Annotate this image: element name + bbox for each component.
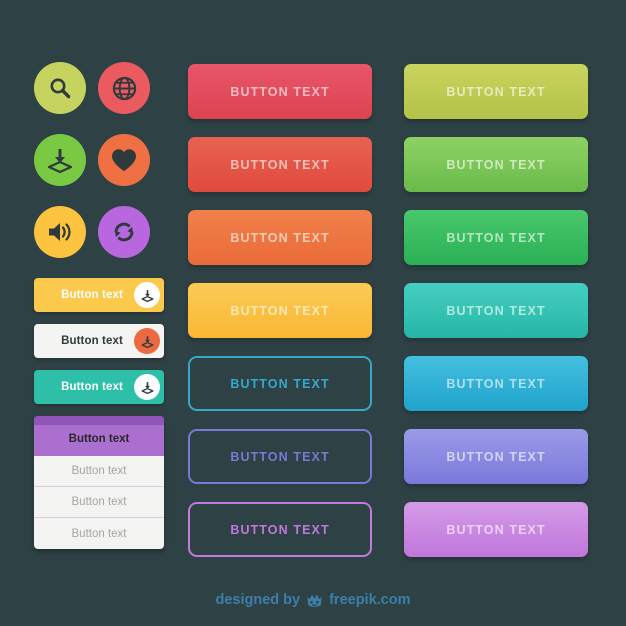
button[interactable]: BUTTON TEXT xyxy=(188,137,372,192)
volume-icon-button[interactable] xyxy=(34,206,86,258)
download-icon-badge[interactable] xyxy=(134,374,160,400)
button[interactable]: BUTTON TEXT xyxy=(188,502,372,557)
button[interactable]: BUTTON TEXT xyxy=(404,502,588,557)
refresh-icon-button[interactable] xyxy=(98,206,150,258)
icon-row-2 xyxy=(34,134,164,186)
button-label: BUTTON TEXT xyxy=(230,522,330,537)
button-label: BUTTON TEXT xyxy=(446,157,546,172)
right-button-column: BUTTON TEXT BUTTON TEXT BUTTON TEXT BUTT… xyxy=(404,64,588,575)
button-label: BUTTON TEXT xyxy=(446,84,546,99)
button-label: BUTTON TEXT xyxy=(230,230,330,245)
button[interactable]: BUTTON TEXT xyxy=(404,283,588,338)
dropdown-header-label: Button text xyxy=(68,432,130,445)
dropdown-item[interactable]: Button text xyxy=(34,456,164,487)
button[interactable]: BUTTON TEXT xyxy=(404,210,588,265)
button-label: BUTTON TEXT xyxy=(230,303,330,318)
footer-prefix: designed by xyxy=(215,592,301,608)
small-button-group: Button text Button text Button text xyxy=(34,278,164,404)
button[interactable]: BUTTON TEXT xyxy=(404,137,588,192)
button[interactable]: BUTTON TEXT xyxy=(188,210,372,265)
refresh-icon xyxy=(110,218,138,246)
button-label: BUTTON TEXT xyxy=(230,449,330,464)
dropdown-item[interactable]: Button text xyxy=(34,487,164,518)
small-button[interactable]: Button text xyxy=(34,370,164,404)
icon-row-3 xyxy=(34,206,164,258)
button-label: BUTTON TEXT xyxy=(446,449,546,464)
heart-icon xyxy=(110,147,138,173)
footer-brand: freepik.com xyxy=(329,592,411,608)
button-label: BUTTON TEXT xyxy=(446,376,546,391)
button-label: BUTTON TEXT xyxy=(446,522,546,537)
dropdown-list[interactable]: Button text Button text Button text Butt… xyxy=(34,416,164,549)
search-icon-button[interactable] xyxy=(34,62,86,114)
button-label: BUTTON TEXT xyxy=(230,157,330,172)
small-button-label: Button text xyxy=(61,289,123,301)
middle-button-column: BUTTON TEXT BUTTON TEXT BUTTON TEXT BUTT… xyxy=(188,64,372,575)
button[interactable]: BUTTON TEXT xyxy=(188,64,372,119)
button[interactable]: BUTTON TEXT xyxy=(188,356,372,411)
freepik-crown-icon xyxy=(306,593,323,608)
download-icon-button[interactable] xyxy=(34,134,86,186)
small-button-label: Button text xyxy=(61,381,123,393)
dropdown-item[interactable]: Button text xyxy=(34,518,164,549)
footer-credit: designed by freepik.com xyxy=(0,592,626,608)
search-icon xyxy=(47,75,73,101)
button[interactable]: BUTTON TEXT xyxy=(188,429,372,484)
download-icon-badge[interactable] xyxy=(134,282,160,308)
button-label: BUTTON TEXT xyxy=(230,376,330,391)
button[interactable]: BUTTON TEXT xyxy=(188,283,372,338)
download-icon-badge[interactable] xyxy=(134,328,160,354)
dropdown-header[interactable]: Button text xyxy=(34,416,164,456)
button[interactable]: BUTTON TEXT xyxy=(404,429,588,484)
small-button[interactable]: Button text xyxy=(34,278,164,312)
download-icon xyxy=(46,146,74,174)
heart-icon-button[interactable] xyxy=(98,134,150,186)
volume-icon xyxy=(46,219,74,245)
button[interactable]: BUTTON TEXT xyxy=(404,64,588,119)
icon-row-1 xyxy=(34,62,164,114)
button-label: BUTTON TEXT xyxy=(230,84,330,99)
button-label: BUTTON TEXT xyxy=(446,230,546,245)
small-button-label: Button text xyxy=(61,335,123,347)
left-column: Button text Button text Button text Butt… xyxy=(34,62,164,549)
globe-icon xyxy=(111,75,138,102)
button-label: BUTTON TEXT xyxy=(446,303,546,318)
globe-icon-button[interactable] xyxy=(98,62,150,114)
small-button[interactable]: Button text xyxy=(34,324,164,358)
button[interactable]: BUTTON TEXT xyxy=(404,356,588,411)
